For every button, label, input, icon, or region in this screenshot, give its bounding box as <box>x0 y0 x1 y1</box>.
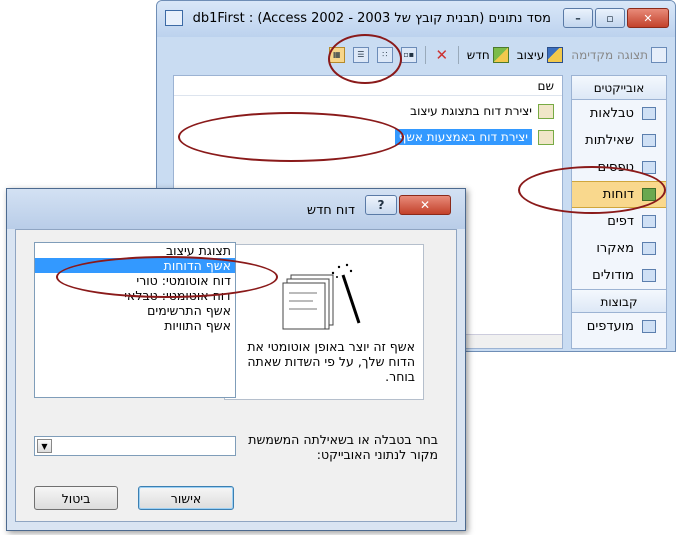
list-item[interactable]: דוח אוטומטי: טבלאי <box>35 288 235 303</box>
favorites-folder-icon <box>642 320 656 333</box>
groups-item-favorites[interactable]: מועדפים <box>572 313 666 340</box>
ok-button[interactable]: אישור <box>138 486 234 510</box>
design-label: עיצוב <box>516 48 545 62</box>
list-item[interactable]: יצירת דוח באמצעות אשף <box>174 126 562 148</box>
cancel-button[interactable]: ביטול <box>34 486 118 510</box>
objects-bar: אובייקטים טבלאות שאילתות טפסים דוחות דפי… <box>571 75 667 349</box>
preview-icon <box>651 47 667 63</box>
list-item[interactable]: יצירת דוח בתצוגת עיצוב <box>174 100 562 122</box>
small-icons-button[interactable]: ∷ <box>376 47 393 63</box>
objects-item-macros[interactable]: מאקרו <box>572 235 666 262</box>
database-window-icon <box>165 10 183 26</box>
groups-header[interactable]: קבוצות <box>572 289 666 313</box>
objects-item-reports[interactable]: דוחות <box>572 181 666 208</box>
close-button[interactable]: ✕ <box>627 8 669 28</box>
list-item-label: יצירת דוח באמצעות אשף <box>394 129 532 145</box>
query-icon <box>642 134 656 147</box>
new-report-dialog: דוח חדש ? ✕ אשף זה יוצר באופן אוטומטי את… <box>6 188 466 531</box>
objects-item-pages[interactable]: דפים <box>572 208 666 235</box>
objects-item-label: שאילתות <box>585 133 634 148</box>
table-icon <box>642 107 656 120</box>
large-icons-button[interactable]: ▪▫ <box>400 47 417 63</box>
objects-item-label: מאקרו <box>596 241 634 256</box>
objects-item-label: טבלאות <box>589 106 634 121</box>
design-icon <box>547 47 564 63</box>
delete-icon: ✕ <box>435 46 449 64</box>
report-wizard-icon <box>538 129 554 145</box>
large-icons-icon: ▪▫ <box>400 47 417 63</box>
source-label: בחר בטבלה או בשאילתה המשמשת מקור לנתוני … <box>248 432 438 462</box>
maximize-button[interactable]: ▫ <box>595 8 625 28</box>
macro-icon <box>642 242 656 255</box>
small-icons-icon: ∷ <box>376 47 393 63</box>
form-icon <box>642 161 656 174</box>
module-icon <box>642 269 656 282</box>
list-view-icon: ☰ <box>352 47 369 63</box>
database-titlebar[interactable]: מסד נתונים (תבנית קובץ של Access 2002 - … <box>157 1 675 37</box>
details-view-icon: ▦ <box>328 47 345 63</box>
database-toolbar: תצוגה מקדימה עיצוב חדש ✕ ▪▫ ∷ ☰ ▦ <box>165 41 667 69</box>
objects-header[interactable]: אובייקטים <box>572 76 666 100</box>
objects-item-label: מודולים <box>592 268 634 283</box>
dialog-close-button[interactable]: ✕ <box>399 195 451 215</box>
help-button[interactable]: ? <box>365 195 397 215</box>
column-header-name[interactable]: שם <box>174 76 562 96</box>
details-view-button[interactable]: ▦ <box>328 47 345 63</box>
delete-button[interactable]: ✕ <box>434 47 450 63</box>
favorites-label: מועדפים <box>586 319 634 334</box>
new-button[interactable]: חדש <box>467 47 509 63</box>
objects-item-queries[interactable]: שאילתות <box>572 127 666 154</box>
design-button[interactable]: עיצוב <box>517 47 564 63</box>
dialog-body: אשף זה יוצר באופן אוטומטי את הדוח שלך, ע… <box>15 229 457 522</box>
new-object-icon <box>492 47 509 63</box>
page-icon <box>642 215 656 228</box>
dialog-titlebar[interactable]: דוח חדש ? ✕ <box>7 189 465 229</box>
list-item[interactable]: דוח אוטומטי: טורי <box>35 273 235 288</box>
objects-item-label: דוחות <box>602 187 634 202</box>
toolbar-separator <box>457 46 459 64</box>
objects-item-label: דפים <box>607 214 634 229</box>
list-item[interactable]: אשף הדוחות <box>35 258 235 273</box>
objects-item-label: טפסים <box>597 160 634 175</box>
objects-item-tables[interactable]: טבלאות <box>572 100 666 127</box>
list-item-label: יצירת דוח בתצוגת עיצוב <box>410 104 532 118</box>
dropdown-arrow-icon[interactable]: ▼ <box>37 439 52 453</box>
objects-item-forms[interactable]: טפסים <box>572 154 666 181</box>
minimize-button[interactable]: – <box>563 8 593 28</box>
wizard-description-panel: אשף זה יוצר באופן אוטומטי את הדוח שלך, ע… <box>224 244 424 400</box>
source-combobox[interactable]: ▼ <box>34 436 236 456</box>
report-wizard-icon <box>282 263 361 330</box>
objects-item-modules[interactable]: מודולים <box>572 262 666 289</box>
preview-button[interactable]: תצוגה מקדימה <box>571 47 667 63</box>
new-label: חדש <box>466 48 490 62</box>
report-icon <box>642 188 656 201</box>
toolbar-separator <box>424 46 426 64</box>
preview-label: תצוגה מקדימה <box>571 48 648 62</box>
wizard-description: אשף זה יוצר באופן אוטומטי את הדוח שלך, ע… <box>247 339 415 384</box>
list-item[interactable]: אשף התרשימים <box>35 303 235 318</box>
list-item[interactable]: אשף התוויות <box>35 318 235 333</box>
report-type-list[interactable]: תצוגת עיצוב אשף הדוחות דוח אוטומטי: טורי… <box>34 242 236 398</box>
report-design-icon <box>538 103 554 119</box>
dialog-title: דוח חדש <box>306 203 355 218</box>
list-item[interactable]: תצוגת עיצוב <box>35 243 235 258</box>
database-window-title: מסד נתונים (תבנית קובץ של Access 2002 - … <box>192 11 551 26</box>
list-view-button[interactable]: ☰ <box>352 47 369 63</box>
